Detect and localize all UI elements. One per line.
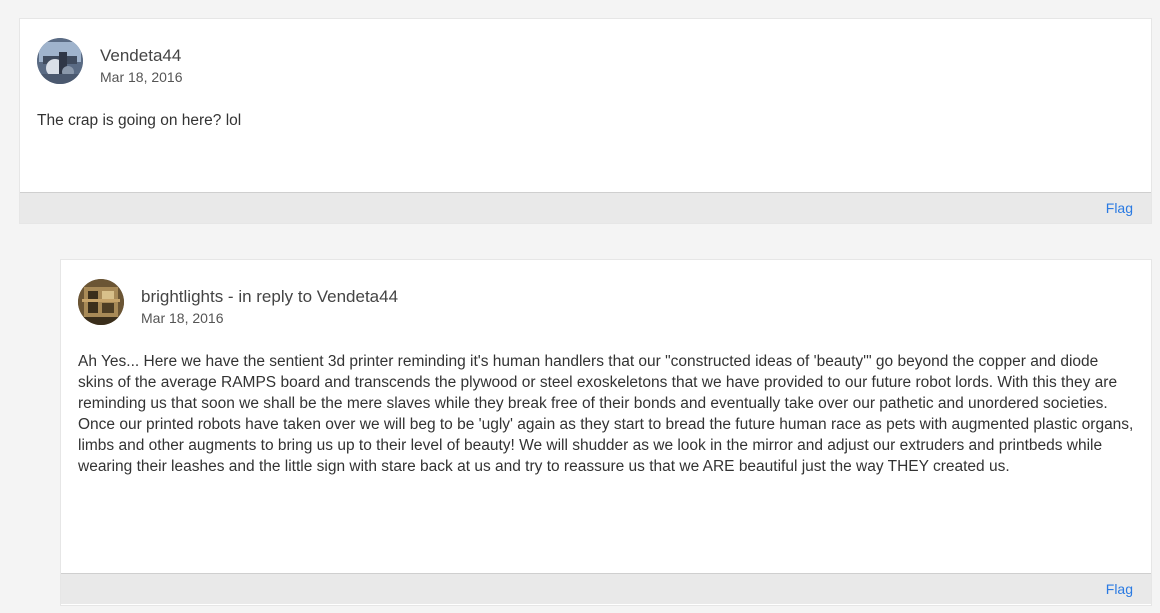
comment-header: Vendeta44 Mar 18, 2016 <box>37 19 1134 107</box>
reply-comment-card: brightlights - in reply to Vendeta44 Mar… <box>60 259 1152 606</box>
comment-author[interactable]: Vendeta44 <box>100 46 181 66</box>
comment-author[interactable]: brightlights - in reply to Vendeta44 <box>141 287 398 307</box>
comment-date: Mar 18, 2016 <box>100 69 183 85</box>
comment-body: Vendeta44 Mar 18, 2016 The crap is going… <box>20 19 1151 192</box>
comment-text: The crap is going on here? lol <box>37 112 242 129</box>
comment-card: Vendeta44 Mar 18, 2016 The crap is going… <box>19 18 1152 224</box>
comment-footer: Flag <box>61 573 1151 604</box>
flag-link[interactable]: Flag <box>1106 581 1133 597</box>
user-avatar-icon[interactable] <box>37 38 83 84</box>
comment-text: Ah Yes... Here we have the sentient 3d p… <box>78 353 1134 475</box>
flag-link[interactable]: Flag <box>1106 200 1133 216</box>
comment-header: brightlights - in reply to Vendeta44 Mar… <box>78 260 1134 348</box>
comment-body: brightlights - in reply to Vendeta44 Mar… <box>61 260 1151 573</box>
user-avatar-icon[interactable] <box>78 279 124 325</box>
comment-date: Mar 18, 2016 <box>141 310 224 326</box>
comment-footer: Flag <box>20 192 1151 223</box>
